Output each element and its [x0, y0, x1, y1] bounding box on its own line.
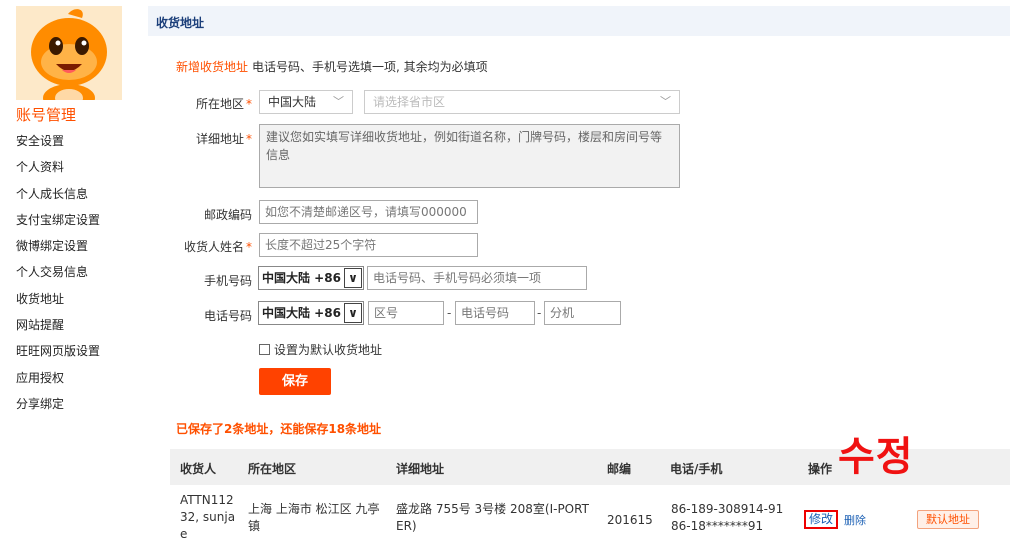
sidebar-item-wangwang[interactable]: 旺旺网页版设置 — [16, 340, 100, 366]
chevron-down-icon: ﹀ — [333, 95, 344, 108]
extension-input[interactable]: 分机 — [544, 301, 621, 325]
sidebar-item-address[interactable]: 收货地址 — [16, 288, 100, 314]
sidebar-item-reminders[interactable]: 网站提醒 — [16, 314, 100, 340]
sidebar-item-weibo[interactable]: 微博绑定设置 — [16, 235, 100, 261]
delete-address-link[interactable]: 删除 — [844, 512, 866, 528]
region-label: 所在地区 * — [195, 97, 252, 111]
avatar[interactable] — [16, 6, 122, 100]
row-zip: 201615 — [607, 513, 653, 527]
country-select[interactable]: 中国大陆 ﹀ — [259, 90, 353, 114]
mobile-country-code-select[interactable]: 中国大陆 +86 ∨ — [258, 266, 364, 290]
chevron-down-icon: ∨ — [344, 303, 362, 323]
sidebar-item-profile[interactable]: 个人资料 — [16, 156, 100, 182]
detail-address-input[interactable]: 建议您如实填写详细收货地址，例如街道名称，门牌号码，楼层和房间号等信息 — [259, 124, 680, 188]
phone-label: 电话号码 — [203, 309, 252, 323]
phone-country-code-select[interactable]: 中国大陆 +86 ∨ — [258, 301, 364, 325]
form-notice: 新增收货地址 电话号码、手机号选填一项, 其余均为必填项 — [176, 58, 488, 75]
section-header: 收货地址 — [148, 6, 1010, 36]
zip-label: 邮政编码 — [203, 208, 252, 222]
sidebar-item-security[interactable]: 安全设置 — [16, 130, 100, 156]
default-address-checkbox-label: 设置为默认收货地址 — [274, 343, 383, 357]
area-code-input[interactable]: 区号 — [368, 301, 444, 325]
phone-number-input[interactable]: 电话号码 — [455, 301, 535, 325]
column-region: 所在地区 — [248, 462, 297, 476]
mobile-label: 手机号码 — [203, 274, 252, 288]
mascot-avatar-icon — [16, 6, 122, 100]
sidebar-item-app-auth[interactable]: 应用授权 — [16, 367, 100, 393]
dash-separator: - — [447, 306, 452, 320]
column-actions: 操作 — [808, 462, 833, 476]
sidebar-item-alipay[interactable]: 支付宝绑定设置 — [16, 209, 100, 235]
province-select[interactable]: 请选择省市区 ﹀ — [364, 90, 680, 114]
row-recipient: ATTN112 32, sunja e — [180, 493, 236, 541]
zip-input[interactable]: 如您不清楚邮递区号，请填写000000 — [259, 200, 478, 224]
chevron-down-icon: ﹀ — [660, 95, 671, 108]
column-zip: 邮编 — [607, 462, 632, 476]
edit-address-link[interactable]: 修改 — [804, 510, 838, 529]
row-address: 盛龙路 755号 3号楼 208室(I-PORT ER) — [396, 502, 589, 533]
new-address-label: 新增收货地址 — [176, 60, 249, 74]
default-address-checkbox[interactable] — [259, 344, 270, 355]
default-address-badge[interactable]: 默认地址 — [917, 510, 979, 529]
dash-separator: - — [537, 306, 542, 320]
sidebar-item-growth[interactable]: 个人成长信息 — [16, 183, 100, 209]
edit-annotation-label: 수정 — [838, 434, 914, 480]
recipient-name-input[interactable]: 长度不超过25个字符 — [259, 233, 478, 257]
sidebar-item-trade-info[interactable]: 个人交易信息 — [16, 261, 100, 287]
sidebar-title: 账号管理 — [16, 106, 77, 124]
row-region: 上海 上海市 松江区 九亭 镇 — [248, 502, 380, 533]
sidebar: 账号管理 安全设置 个人资料 个人成长信息 支付宝绑定设置 微博绑定设置 个人交… — [0, 0, 150, 546]
column-address: 详细地址 — [396, 462, 445, 476]
required-hint: 电话号码、手机号选填一项, 其余均为必填项 — [252, 60, 488, 74]
default-address-option[interactable]: 设置为默认收货地址 — [259, 341, 382, 358]
row-phone: 86-189-308914-91 86-18*******91 — [671, 502, 784, 533]
sidebar-menu: 安全设置 个人资料 个人成长信息 支付宝绑定设置 微博绑定设置 个人交易信息 收… — [16, 130, 100, 419]
detail-address-label: 详细地址 * — [195, 132, 252, 146]
sidebar-item-share-binding[interactable]: 分享绑定 — [16, 393, 100, 419]
save-button[interactable]: 保存 — [259, 368, 331, 395]
column-phone: 电话/手机 — [670, 462, 723, 476]
mobile-input[interactable]: 电话号码、手机号码必须填一项 — [367, 266, 587, 290]
chevron-down-icon: ∨ — [344, 268, 362, 288]
saved-address-count: 已保存了2条地址，还能保存18条地址 — [176, 422, 382, 436]
section-title: 收货地址 — [156, 16, 205, 30]
column-recipient: 收货人 — [180, 462, 217, 476]
recipient-name-label: 收货人姓名 * — [183, 240, 252, 254]
